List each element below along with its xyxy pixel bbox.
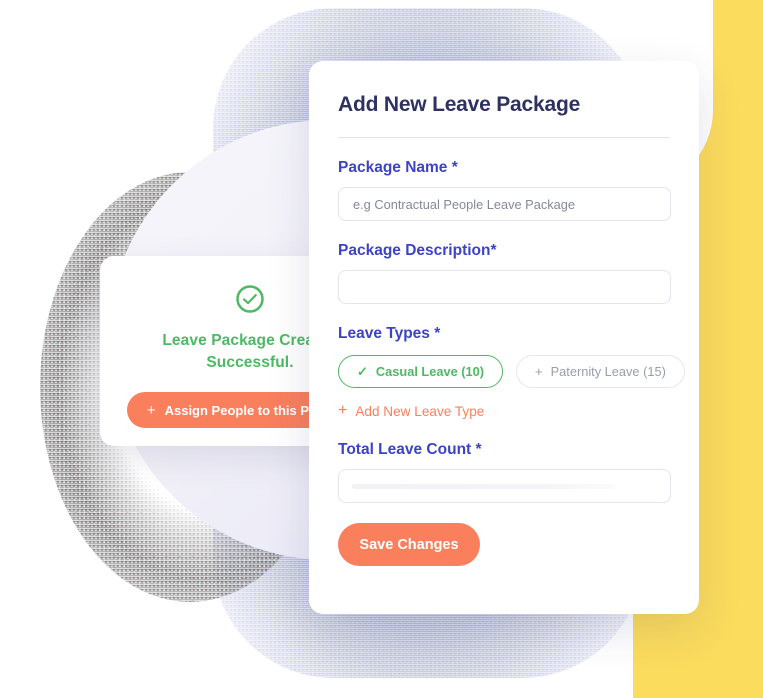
total-leave-count-label: Total Leave Count *: [338, 441, 482, 458]
package-description-label: Package Description*: [338, 242, 497, 259]
page-title: Add New Leave Package: [338, 93, 581, 116]
plus-icon: +: [146, 401, 156, 419]
package-name-label: Package Name *: [338, 159, 458, 176]
total-leave-count-input[interactable]: [338, 469, 671, 503]
leave-type-chip-casual-label: Casual Leave (10): [375, 364, 485, 379]
check-circle-icon: [236, 285, 264, 313]
package-description-input[interactable]: [338, 270, 671, 304]
leave-types-chip-row: ✓ Casual Leave (10) + Paternity Leave (1…: [338, 355, 685, 388]
save-changes-button[interactable]: Save Changes: [338, 523, 480, 566]
check-icon: ✓: [357, 363, 368, 379]
add-new-leave-type-label: Add New Leave Type: [355, 403, 485, 419]
total-leave-count-placeholder-bar: [352, 484, 617, 489]
plus-icon: +: [338, 402, 348, 419]
leave-types-label: Leave Types *: [338, 325, 441, 342]
add-leave-package-card: Add New Leave Package Package Name * Pac…: [309, 61, 699, 614]
package-name-input[interactable]: [338, 187, 671, 221]
leave-type-chip-paternity[interactable]: + Paternity Leave (15): [516, 355, 685, 388]
leave-type-chip-paternity-label: Paternity Leave (15): [550, 364, 666, 379]
screenshot-root: Leave Package Created Successful. + Assi…: [0, 0, 763, 698]
plus-icon: +: [535, 364, 543, 379]
title-divider: [338, 137, 670, 138]
add-new-leave-type-link[interactable]: + Add New Leave Type: [338, 402, 484, 420]
leave-type-chip-casual[interactable]: ✓ Casual Leave (10): [338, 355, 504, 388]
